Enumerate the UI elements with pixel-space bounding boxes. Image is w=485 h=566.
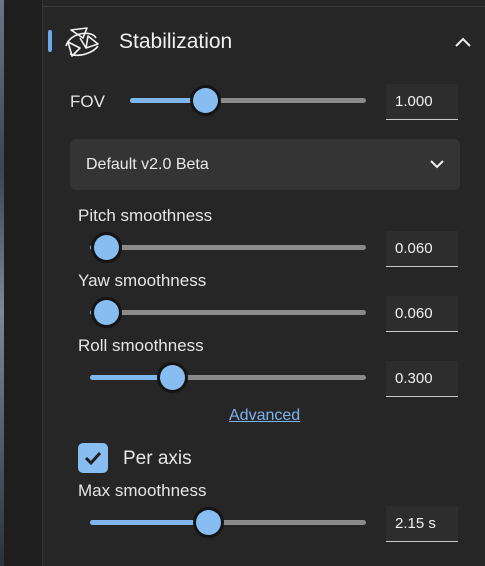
fov-slider-thumb[interactable] xyxy=(192,88,218,113)
yaw-label: Yaw smoothness xyxy=(78,271,207,290)
preset-selected: Default v2.0 Beta xyxy=(86,156,209,173)
per-axis-label: Per axis xyxy=(123,448,192,469)
yaw-slider[interactable] xyxy=(90,300,366,325)
pitch-label: Pitch smoothness xyxy=(78,206,213,225)
max-smoothness-slider-fill xyxy=(90,520,209,525)
roll-value-field[interactable]: 0.300 xyxy=(386,361,458,397)
fov-label: FOV xyxy=(70,92,105,111)
yaw-slider-thumb[interactable] xyxy=(94,300,120,325)
roll-slider[interactable] xyxy=(90,365,366,390)
max-smoothness-label: Max smoothness xyxy=(78,481,207,500)
section-title[interactable]: Stabilization xyxy=(119,30,232,54)
max-smoothness-slider-thumb[interactable] xyxy=(196,510,222,535)
pitch-value-field[interactable]: 0.060 xyxy=(386,231,458,267)
max-smoothness-value-field[interactable]: 2.15 s xyxy=(386,506,458,542)
checkmark-icon xyxy=(84,451,102,466)
advanced-link[interactable]: Advanced xyxy=(229,407,300,425)
per-axis-checkbox[interactable] xyxy=(78,443,108,473)
stabilization-icon xyxy=(65,27,99,57)
fov-value-field[interactable]: 1.000 xyxy=(386,84,458,120)
preset-dropdown[interactable]: Default v2.0 Beta xyxy=(70,139,460,190)
fov-slider[interactable] xyxy=(130,88,366,113)
divider xyxy=(42,6,485,7)
chevron-up-icon[interactable] xyxy=(451,32,475,52)
section-accent-bar xyxy=(48,30,52,52)
chevron-down-icon xyxy=(430,160,444,169)
pitch-slider-thumb[interactable] xyxy=(94,235,120,260)
panel-border xyxy=(42,0,43,566)
roll-label: Roll smoothness xyxy=(78,336,204,355)
pitch-slider[interactable] xyxy=(90,235,366,260)
left-gutter xyxy=(4,0,42,566)
yaw-value-field[interactable]: 0.060 xyxy=(386,296,458,332)
max-smoothness-slider[interactable] xyxy=(90,510,366,535)
